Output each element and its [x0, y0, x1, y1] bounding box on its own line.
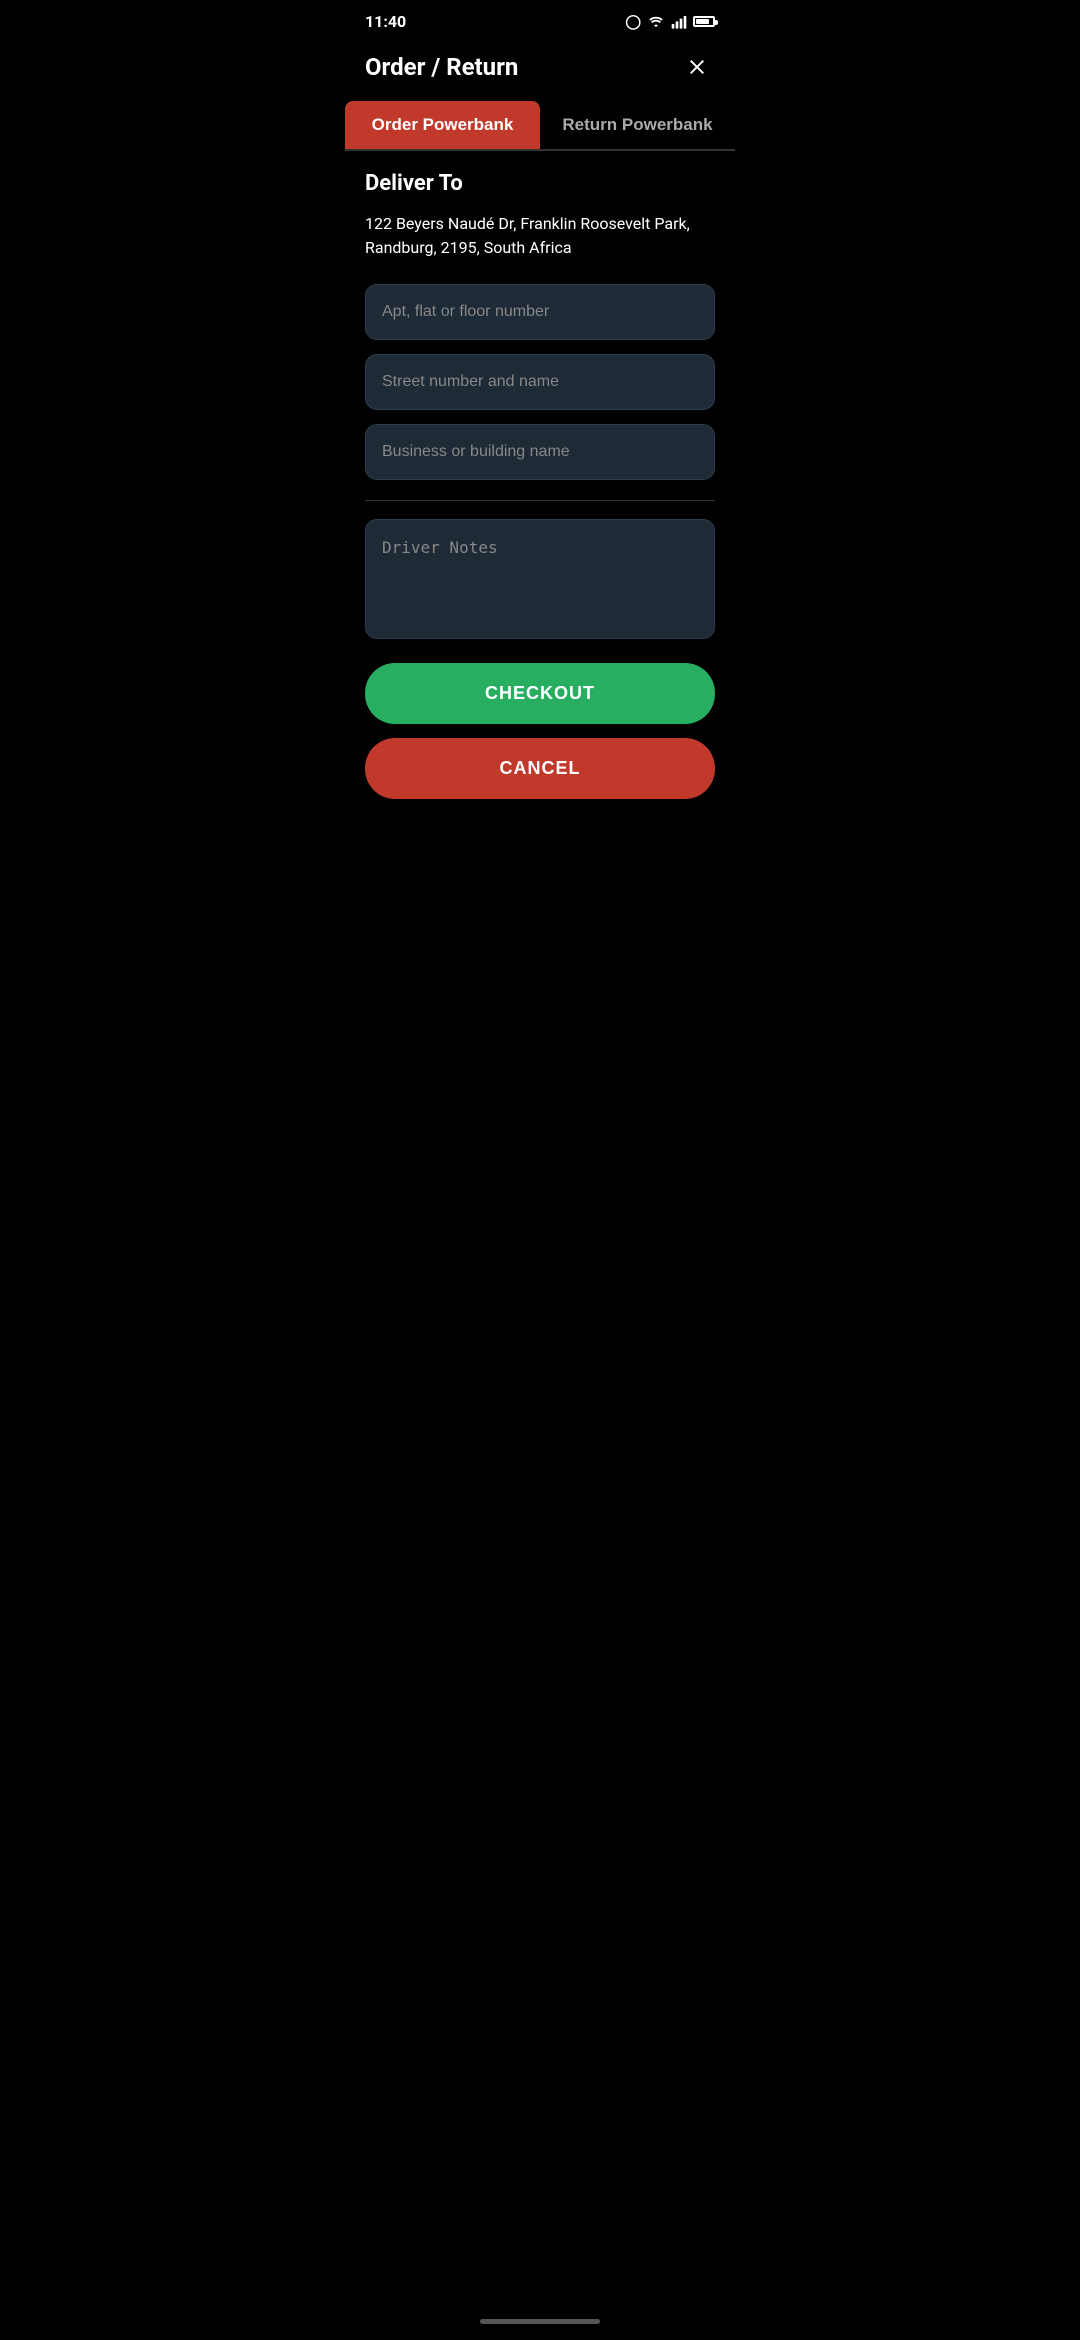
street-input[interactable] [365, 354, 715, 410]
cancel-button[interactable]: CANCEL [365, 738, 715, 799]
main-content: Deliver To 122 Beyers Naudé Dr, Franklin… [345, 171, 735, 829]
page-title: Order / Return [365, 53, 518, 81]
delivery-address: 122 Beyers Naudé Dr, Franklin Roosevelt … [365, 212, 715, 260]
apt-input[interactable] [365, 284, 715, 340]
home-indicator-bar [480, 2319, 600, 2324]
section-title: Deliver To [365, 171, 715, 196]
header: Order / Return [345, 39, 735, 101]
sim-icon: ◯ [625, 14, 641, 30]
tab-container: Order Powerbank Return Powerbank [345, 101, 735, 151]
status-time: 11:40 [365, 12, 406, 31]
wifi-icon [647, 15, 665, 29]
form-divider [365, 500, 715, 501]
tab-return-powerbank[interactable]: Return Powerbank [540, 101, 735, 149]
battery-icon [693, 16, 715, 27]
signal-icon [671, 15, 687, 29]
close-icon [685, 55, 709, 79]
status-bar: 11:40 ◯ [345, 0, 735, 39]
building-input[interactable] [365, 424, 715, 480]
status-icons: ◯ [625, 14, 715, 30]
tab-order-powerbank[interactable]: Order Powerbank [345, 101, 540, 149]
driver-notes-input[interactable] [365, 519, 715, 639]
close-button[interactable] [679, 49, 715, 85]
checkout-button[interactable]: CHECKOUT [365, 663, 715, 724]
home-indicator [345, 2303, 735, 2340]
